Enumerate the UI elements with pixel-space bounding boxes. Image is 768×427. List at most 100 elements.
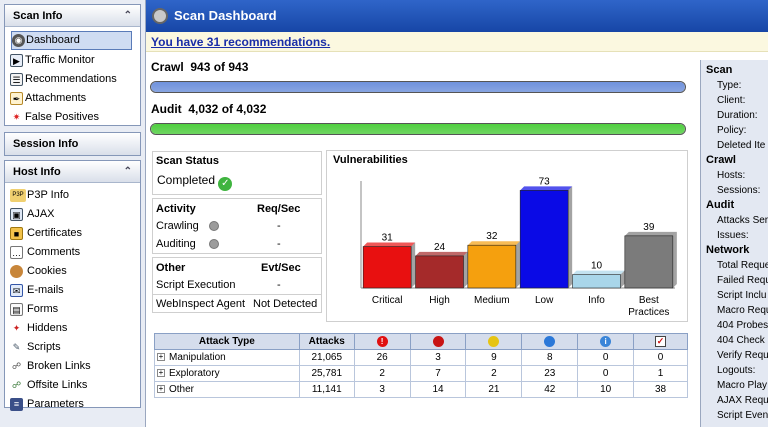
sidebar-item-offsite-links[interactable]: ☍ Offsite Links	[5, 376, 140, 395]
details-item: Macro Play	[717, 380, 768, 391]
attacks-cell: 21,065	[298, 349, 355, 366]
sidebar-item-false-positives[interactable]: ✷ False Positives	[5, 108, 140, 127]
parameters-icon: ≡	[10, 398, 23, 411]
expand-icon[interactable]: +	[157, 353, 165, 362]
table-row[interactable]: + Exploratory 25,781 2 7 2 23 0 1	[154, 365, 688, 382]
sidebar-item-ajax[interactable]: ▣ AJAX	[5, 205, 140, 224]
scan-info-panel: Scan Info ⌃ ◉ Dashboard ▶ Traffic Monito…	[4, 4, 141, 126]
sidebar-item-attachments[interactable]: ✒ Attachments	[5, 89, 140, 108]
details-item: AJAX Reque	[717, 395, 768, 406]
expand-icon[interactable]: +	[157, 369, 165, 378]
sidebar-item-emails[interactable]: ✉ E-mails	[5, 281, 140, 300]
column-header-critical[interactable]: !	[353, 333, 411, 350]
session-info-header[interactable]: Session Info	[5, 133, 140, 155]
low-cell: 8	[521, 349, 579, 366]
info-icon: i	[600, 335, 612, 347]
false-positives-icon: ✷	[12, 112, 21, 122]
bar-high	[415, 255, 464, 289]
attack-type-cell: + Other	[154, 381, 300, 398]
sidebar-item-scripts[interactable]: ✎ Scripts	[5, 338, 140, 357]
attack-type-label: Manipulation	[169, 352, 226, 363]
high-icon	[432, 335, 444, 347]
crawl-progress-fill	[151, 82, 685, 92]
details-item: Issues:	[717, 230, 749, 241]
activity-label: Auditing	[156, 238, 196, 250]
bar-value-label: 10	[591, 261, 603, 272]
category-label: Critical	[372, 295, 403, 306]
sidebar-item-hiddens[interactable]: ✦ Hiddens	[5, 319, 140, 338]
crawl-progress-bar	[150, 81, 686, 93]
sidebar-item-recommendations[interactable]: ☰ Recommendations	[5, 70, 140, 89]
scan-info-header[interactable]: Scan Info ⌃	[5, 5, 140, 27]
sidebar-item-broken-links[interactable]: ☍ Broken Links	[5, 357, 140, 376]
column-header-attack-type[interactable]: Attack Type	[154, 333, 300, 350]
category-label: Low	[535, 295, 554, 306]
bar-value-label: 73	[539, 176, 551, 187]
column-header-medium[interactable]	[465, 333, 523, 350]
p3p-icon: P3P	[10, 189, 26, 202]
category-label: High	[429, 295, 450, 306]
medium-cell: 21	[465, 381, 523, 398]
scan-status-box: Scan Status Completed ✓	[152, 151, 322, 195]
activity-title: Activity	[156, 203, 196, 215]
column-header-info[interactable]: i	[577, 333, 635, 350]
sidebar-item-traffic-monitor[interactable]: ▶ Traffic Monitor	[5, 51, 140, 70]
details-item: Logouts:	[717, 365, 756, 376]
sidebar-item-label: Offsite Links	[27, 379, 88, 391]
scan-status-value: Completed	[157, 173, 216, 187]
status-dot-icon	[209, 239, 219, 249]
sidebar-item-dashboard[interactable]: ◉ Dashboard	[11, 31, 132, 50]
sidebar-item-cookies[interactable]: Cookies	[5, 262, 140, 281]
details-item: Sessions:	[717, 185, 761, 196]
sidebar-item-label: Traffic Monitor	[25, 54, 95, 66]
critical-cell: 2	[353, 365, 411, 382]
sidebar-item-forms[interactable]: ▤ Forms	[5, 300, 140, 319]
high-cell: 14	[409, 381, 467, 398]
sidebar-item-p3p-info[interactable]: P3P P3P Info	[5, 186, 140, 205]
details-item: Duration:	[717, 110, 758, 121]
medium-icon	[488, 335, 500, 347]
table-row[interactable]: + Other 11,141 3 14 21 42 10 38	[154, 381, 688, 398]
sidebar-item-parameters[interactable]: ≡ Parameters	[5, 395, 140, 414]
low-cell: 23	[521, 365, 579, 382]
sidebar-item-label: Hiddens	[27, 322, 68, 334]
bar-side-high	[463, 251, 468, 288]
info-cell: 0	[577, 349, 635, 366]
status-dot-icon	[209, 221, 219, 231]
crawl-label: Crawl	[151, 60, 184, 74]
sidebar-item-label: Cookies	[27, 265, 67, 277]
high-cell: 7	[409, 365, 467, 382]
host-info-header[interactable]: Host Info ⌃	[5, 161, 140, 183]
attack-table: Attack Type Attacks ! i ✓ + Manipulation…	[154, 333, 688, 398]
collapse-chevron-icon[interactable]: ⌃	[124, 5, 132, 27]
bar-value-label: 24	[434, 242, 446, 253]
category-label: Practices	[628, 307, 669, 318]
info-cell: 0	[577, 365, 635, 382]
low-cell: 42	[521, 381, 579, 398]
comments-icon: …	[10, 246, 23, 259]
bar-medium	[467, 244, 517, 289]
activity-row-crawling: Crawling	[156, 220, 199, 232]
attack-type-cell: + Exploratory	[154, 365, 300, 382]
session-info-panel: Session Info	[4, 132, 141, 156]
category-label: Info	[588, 295, 605, 306]
sidebar-item-certificates[interactable]: ■ Certificates	[5, 224, 140, 243]
details-item: 404 Check R	[717, 335, 768, 346]
details-item: Attacks Ser	[717, 215, 768, 226]
audit-progress-fill	[151, 124, 685, 134]
scan-status-title: Scan Status	[156, 155, 219, 167]
sidebar-item-comments[interactable]: … Comments	[5, 243, 140, 262]
column-header-low[interactable]	[521, 333, 579, 350]
column-header-best-practices[interactable]: ✓	[633, 333, 688, 350]
activity-value: -	[277, 220, 281, 232]
expand-icon[interactable]: +	[157, 385, 165, 394]
recommendations-link[interactable]: You have 31 recommendations.	[146, 32, 768, 52]
webinspect-logo-icon	[152, 8, 168, 24]
column-header-attacks[interactable]: Attacks	[298, 333, 355, 350]
column-header-high[interactable]	[409, 333, 467, 350]
collapse-chevron-icon[interactable]: ⌃	[124, 161, 132, 183]
scan-status-row: Completed ✓	[157, 173, 233, 191]
table-row[interactable]: + Manipulation 21,065 26 3 9 8 0 0	[154, 349, 688, 366]
bar-value-label: 31	[382, 233, 394, 244]
sidebar: Scan Info ⌃ ◉ Dashboard ▶ Traffic Monito…	[0, 0, 146, 427]
